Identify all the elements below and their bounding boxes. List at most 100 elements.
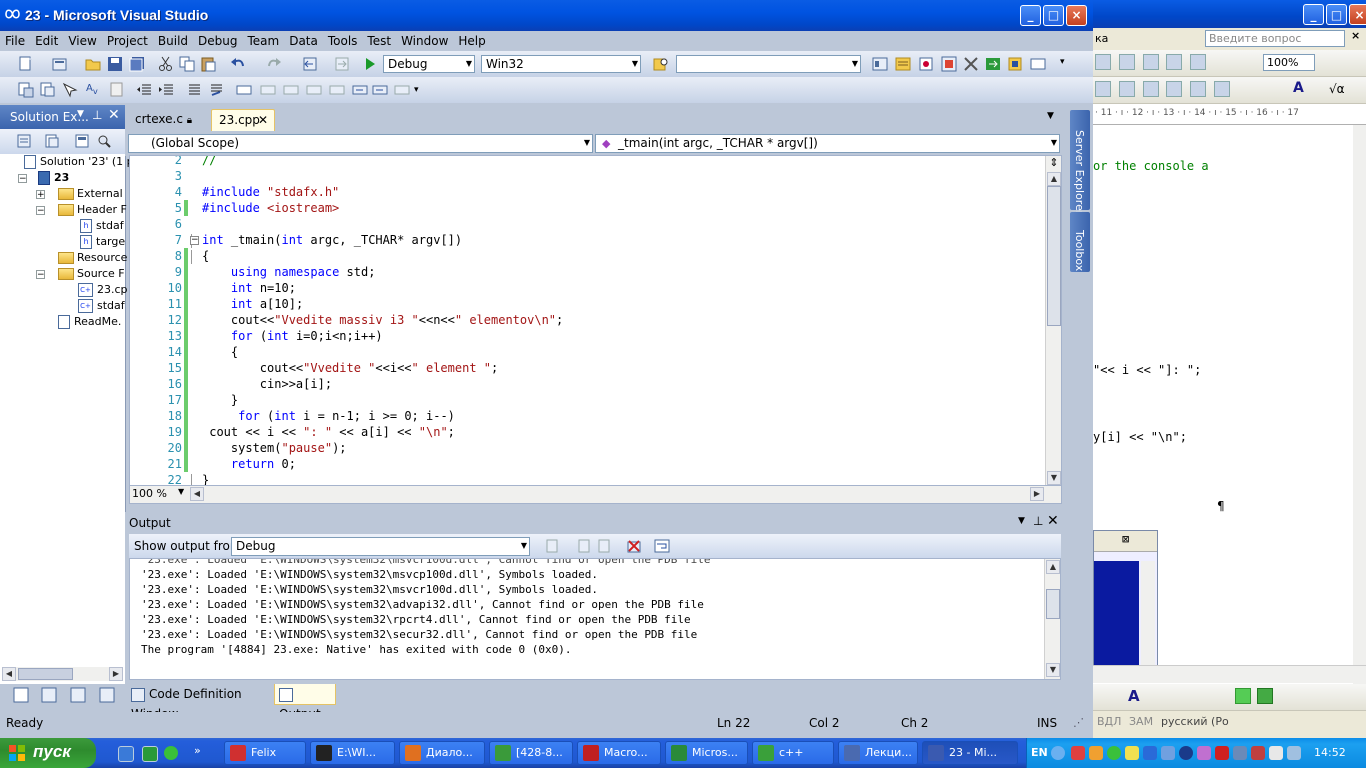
tab-output[interactable]: Output [274,684,336,721]
tray-app-icon[interactable] [1071,746,1085,760]
code-line[interactable]: int n=10; [202,280,296,296]
expand-icon[interactable]: + [36,190,45,200]
word-completion-icon[interactable]: Av [86,83,98,96]
taskbar-task[interactable]: Диало... [399,741,485,765]
code-line[interactable]: cout<<"Vvedite massiv i3 "<<n<<" element… [202,312,563,328]
outlining-icon[interactable] [108,82,124,98]
word-numbering-icon[interactable] [1142,81,1159,97]
tray-app-icon[interactable] [1125,746,1139,760]
tab-list-chevron-icon[interactable]: ▼ [1047,111,1054,121]
menu-tools[interactable]: Tools [323,31,363,50]
bookmark-icon[interactable] [236,82,252,98]
word-table-icon[interactable] [1095,54,1111,70]
solution-configuration-select[interactable]: Debug ▼ [383,55,475,73]
panel-menu-chevron-icon[interactable]: ▼ [77,109,84,119]
code-line[interactable]: #include "stdafx.h" [202,184,339,200]
tab-code-definition-window[interactable]: Code Definition Window [131,684,271,721]
close-panel-icon[interactable]: ✕ [1047,513,1059,529]
pin-icon[interactable]: ⊥ [1033,514,1043,528]
resize-grip-icon[interactable]: ⋰ [1073,716,1084,729]
view-code-icon[interactable] [96,133,112,149]
word-embedded-scrollbar[interactable] [1141,561,1155,666]
tree-item-stdafx-cpp[interactable]: C+ stdaf [78,298,125,314]
menu-test[interactable]: Test [362,31,396,50]
code-line[interactable]: #include <iostream> [202,200,339,216]
decrease-indent-icon[interactable] [136,82,152,98]
maximize-button[interactable]: □ [1043,5,1064,26]
split-icon[interactable]: ⇕ [1047,156,1061,172]
word-3d-icon[interactable] [1257,688,1273,704]
clear-bookmarks-icon[interactable] [394,82,410,98]
scroll-down-icon[interactable]: ▼ [1047,471,1061,485]
previous-bookmark-icon[interactable] [260,82,276,98]
open-file-icon[interactable] [85,56,101,72]
code-line[interactable]: cout<<"Vvedite "<<i<<" element "; [202,360,498,376]
class-view-tab-icon[interactable] [41,687,57,703]
add-item-icon[interactable] [52,56,68,72]
tree-item-external-dependencies[interactable]: External [58,186,123,202]
scroll-thumb[interactable] [1046,589,1060,619]
tree-item-targetver-h[interactable]: h targe [80,234,125,250]
uncomment-lines-icon[interactable] [208,82,224,98]
word-close-button[interactable]: × [1349,4,1366,25]
tree-item-resource-files[interactable]: Resource [58,250,127,266]
code-line[interactable]: int _tmain(int argc, _TCHAR* argv[]) [202,232,462,248]
toolbox-tab[interactable]: Toolbox [1070,212,1090,272]
word-drawing-icon[interactable] [1142,54,1159,70]
tray-app-icon[interactable] [1251,746,1265,760]
increase-indent-icon[interactable] [158,82,174,98]
copy-icon[interactable] [179,56,195,72]
quick-launch-icq-icon[interactable] [164,746,178,760]
object-browser-icon[interactable] [918,56,934,72]
word-embedded-close-icon[interactable]: ⊠ [1122,532,1129,546]
code-line[interactable]: // [202,156,216,168]
show-desktop-icon[interactable] [118,746,134,762]
code-line[interactable]: { [202,344,238,360]
member-select[interactable]: ◆ _tmain(int argc, _TCHAR * argv[]) ▼ [595,134,1060,153]
code-line[interactable]: cin>>a[i]; [202,376,332,392]
code-line[interactable]: for (int i=0;i<n;i++) [202,328,383,344]
menu-window[interactable]: Window [396,31,453,50]
next-bookmark-in-document-icon[interactable] [372,82,388,98]
word-justify-icon[interactable] [1095,81,1111,97]
volume-icon[interactable] [1287,746,1301,760]
close-panel-icon[interactable]: ✕ [108,107,120,123]
minimize-button[interactable]: _ [1020,5,1041,26]
output-text-area[interactable]: '23.exe': Loaded 'E:\WINDOWS\system32\ms… [129,558,1061,680]
tree-item-23-cpp[interactable]: C+ 23.cp [78,282,128,298]
solution-platform-select[interactable]: Win32 ▼ [481,55,641,73]
scroll-thumb[interactable] [18,668,73,680]
save-icon[interactable] [107,56,123,72]
close-tab-icon[interactable]: ✕ [258,110,268,130]
taskbar-task[interactable]: E:\WI... [310,741,395,765]
word-hscroll[interactable] [1093,665,1366,683]
tray-icq-icon[interactable] [1107,746,1121,760]
language-indicator[interactable]: EN [1031,746,1048,759]
tray-app-icon[interactable] [1143,746,1157,760]
class-view-icon[interactable] [941,56,957,72]
menu-view[interactable]: View [63,31,101,50]
word-shadow-icon[interactable] [1235,688,1251,704]
clear-all-icon[interactable] [626,538,642,554]
output-vscroll[interactable]: ▲ ▼ [1044,559,1060,679]
start-button[interactable]: пуск [0,738,96,768]
toggle-word-wrap-icon[interactable] [654,538,670,554]
code-line[interactable]: } [202,392,238,408]
taskbar-task[interactable]: Лекци... [838,741,918,765]
scroll-right-icon[interactable]: ▶ [1030,487,1044,501]
save-all-icon[interactable] [129,56,145,72]
find-in-files-icon[interactable] [653,56,669,72]
collapse-icon[interactable]: − [36,270,45,280]
word-search-input[interactable]: Введите вопрос [1205,30,1345,47]
zoom-level[interactable]: 100 % [132,487,167,500]
scroll-left-icon[interactable]: ◀ [190,487,204,501]
word-font-color-icon[interactable]: A [1293,80,1304,96]
tree-item-readme[interactable]: ReadMe. [58,314,121,330]
word-bullets-icon[interactable] [1166,81,1183,97]
display-object-member-list-icon[interactable] [18,82,34,98]
taskbar-task[interactable]: c++ [752,741,834,765]
taskbar-task[interactable]: Micros... [665,741,748,765]
server-explorer-tab[interactable]: Server Explorer [1070,110,1090,215]
taskbar-task[interactable]: [428-8... [489,741,573,765]
next-bookmark-icon[interactable] [283,82,299,98]
